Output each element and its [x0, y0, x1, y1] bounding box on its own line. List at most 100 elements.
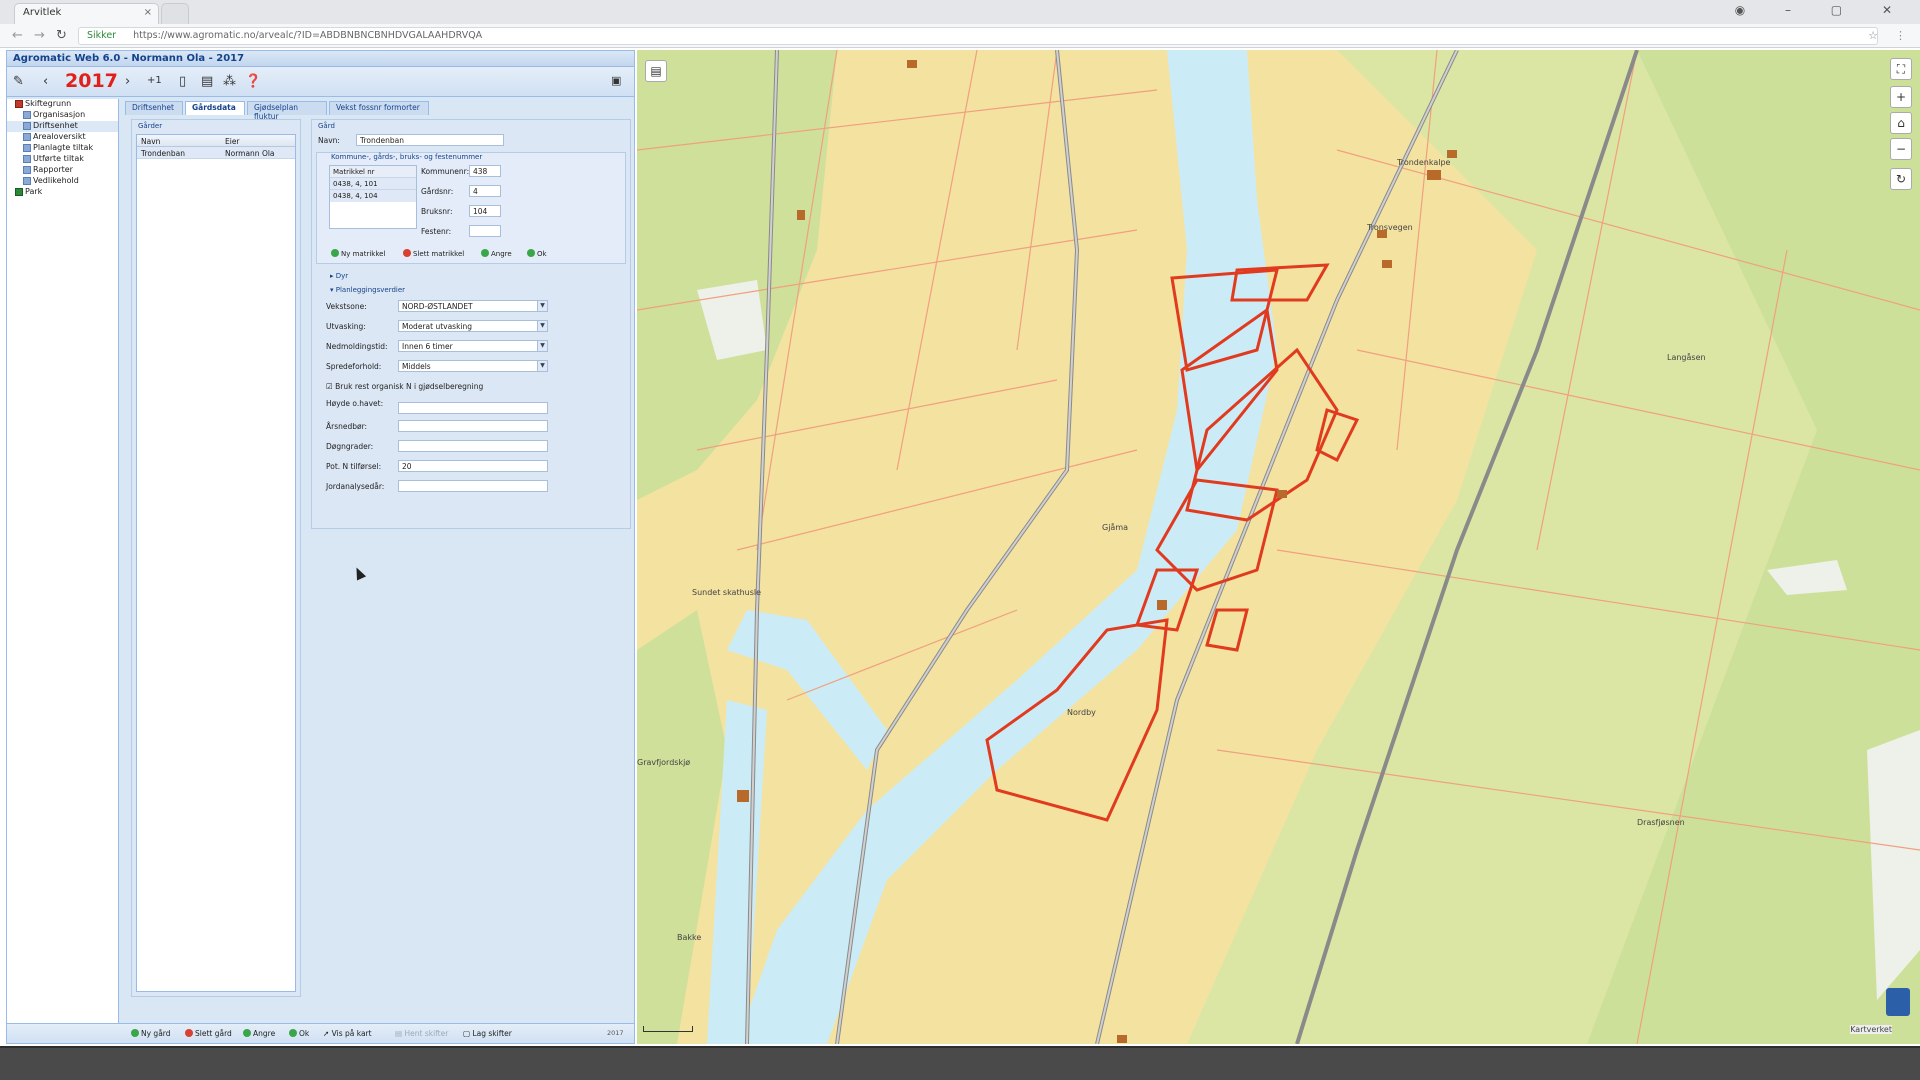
new-matrikkel-button[interactable]: Ny matrikkel: [331, 249, 385, 258]
mobile-icon[interactable]: ▯: [179, 74, 186, 89]
map-view[interactable]: Trondenkalpe Tronsvegen Langåsen Gjåma S…: [637, 50, 1920, 1044]
jordanalyse-input[interactable]: [398, 480, 548, 492]
list-legend: Gårder: [138, 122, 163, 130]
tree-item[interactable]: Organisasjon: [7, 110, 118, 121]
tab-vekst[interactable]: Vekst fossnr formorter: [329, 101, 429, 115]
reload-icon[interactable]: ↻: [56, 28, 67, 43]
section-planlegging[interactable]: ▾ Planleggingsverdier: [330, 286, 405, 294]
home-icon[interactable]: ⌂: [1890, 112, 1912, 134]
vekstsone-select[interactable]: NORD-ØSTLANDET ▼: [398, 300, 548, 312]
message-icon[interactable]: ▤: [201, 74, 213, 89]
create-fields-button[interactable]: ▢ Lag skifter: [463, 1029, 512, 1038]
nedmolding-value: Innen 6 timer: [402, 342, 453, 351]
kommune-input[interactable]: 438: [469, 165, 501, 177]
table-row[interactable]: Trondenban Normann Ola: [137, 147, 295, 159]
name-input[interactable]: Trondenban: [356, 134, 504, 146]
browser-tab-strip: Arvitlek × ◉ – ▢ ✕: [0, 0, 1920, 24]
tree-item[interactable]: Skiftegrunn: [7, 99, 118, 110]
tab-gjodselplan[interactable]: Gjødselplan fluktur: [247, 101, 327, 121]
menu-icon[interactable]: ⋮: [1895, 29, 1906, 42]
undo-icon: [243, 1029, 251, 1037]
pot-n-input[interactable]: 20: [398, 460, 548, 472]
tree-item[interactable]: Driftsenhet: [7, 121, 118, 132]
star-icon[interactable]: ☆: [1868, 29, 1878, 42]
forward-icon[interactable]: ›: [125, 74, 130, 89]
dogngrader-label: Døgngrader:: [326, 442, 374, 451]
new-tab-button[interactable]: [161, 3, 189, 24]
collapse-icon[interactable]: ▣: [611, 74, 621, 87]
matrikkel-fieldset: Kommune-, gårds-, bruks- og festenummer …: [316, 152, 626, 264]
zoom-out-icon[interactable]: −: [1890, 138, 1912, 160]
close-icon[interactable]: ×: [144, 7, 152, 18]
ok-button[interactable]: Ok: [289, 1029, 309, 1038]
arsnedbor-input[interactable]: [398, 420, 548, 432]
create-fields-label: Lag skifter: [472, 1029, 512, 1038]
spredeforhold-select[interactable]: Middels ▼: [398, 360, 548, 372]
window-controls[interactable]: ◉ – ▢ ✕: [1735, 3, 1910, 17]
plus-one-icon[interactable]: +1: [147, 75, 162, 86]
undo-matrikkel-label: Angre: [491, 250, 512, 258]
zoom-in-icon[interactable]: +: [1890, 86, 1912, 108]
delete-farm-button[interactable]: Slett gård: [185, 1029, 232, 1038]
hoyde-input[interactable]: [398, 402, 548, 414]
add-icon: [131, 1029, 139, 1037]
gard-input[interactable]: 4: [469, 185, 501, 197]
undo-matrikkel-button[interactable]: Angre: [481, 249, 512, 258]
section-dyr[interactable]: ▸ Dyr: [330, 272, 348, 280]
back-icon[interactable]: ←: [12, 28, 23, 43]
feste-label: Festenr:: [421, 227, 452, 236]
tree-item[interactable]: Utførte tiltak: [7, 154, 118, 165]
undo-button[interactable]: Angre: [243, 1029, 275, 1038]
forward-icon[interactable]: →: [34, 28, 45, 43]
tab-driftsenhet[interactable]: Driftsenhet: [125, 101, 183, 115]
matrikkel-row[interactable]: 0438, 4, 101: [330, 178, 416, 190]
import-fields-button[interactable]: ▤ Hent skifter: [395, 1029, 448, 1038]
tab-gardsdata[interactable]: Gårdsdata: [185, 101, 245, 115]
layers-icon[interactable]: ▤: [645, 60, 667, 82]
tree-item[interactable]: Park: [7, 187, 118, 198]
pencil-icon[interactable]: ✎: [13, 74, 24, 89]
spredeforhold-value: Middels: [402, 362, 431, 371]
chevron-down-icon[interactable]: ▼: [537, 321, 547, 331]
chevron-down-icon[interactable]: ▼: [537, 301, 547, 311]
delete-matrikkel-button[interactable]: Slett matrikkel: [403, 249, 464, 258]
utvasking-select[interactable]: Moderat utvasking ▼: [398, 320, 548, 332]
matrikkel-header: Matrikkel nr: [330, 166, 416, 178]
tree-item-label: Arealoversikt: [33, 132, 86, 141]
back-icon[interactable]: ‹: [43, 74, 48, 89]
app-title: Agromatic Web 6.0 - Normann Ola - 2017: [7, 51, 634, 67]
show-on-map-button[interactable]: ➚ Vis på kart: [323, 1029, 372, 1038]
feste-input[interactable]: [469, 225, 501, 237]
place-label: Gravfjordskjø: [637, 758, 690, 767]
tree-node-icon: [23, 133, 31, 141]
map-canvas[interactable]: Trondenkalpe Tronsvegen Langåsen Gjåma S…: [637, 50, 1920, 1044]
tree-node-icon: [23, 122, 31, 130]
tree-item[interactable]: Vedlikehold: [7, 176, 118, 187]
delete-icon: [185, 1029, 193, 1037]
chart-icon[interactable]: ⁂: [223, 74, 236, 89]
organic-n-checkbox[interactable]: ☑ Bruk rest organisk N i gjødselberegnin…: [326, 382, 483, 391]
place-label: Bakke: [677, 933, 701, 942]
chevron-down-icon[interactable]: ▼: [537, 361, 547, 371]
dogngrader-input[interactable]: [398, 440, 548, 452]
ok-matrikkel-button[interactable]: Ok: [527, 249, 547, 258]
fullscreen-icon[interactable]: ⛶: [1890, 58, 1912, 80]
nedmolding-select[interactable]: Innen 6 timer ▼: [398, 340, 548, 352]
refresh-icon[interactable]: ↻: [1890, 168, 1912, 190]
tree-item[interactable]: Planlagte tiltak: [7, 143, 118, 154]
column-header[interactable]: Navn: [141, 137, 160, 146]
tree-item[interactable]: Rapporter: [7, 165, 118, 176]
farm-details-fieldset: Gård Navn: Trondenban Kommune-, gårds-, …: [311, 119, 631, 529]
help-icon[interactable]: ❓: [245, 74, 261, 89]
hoyde-label: Høyde o.havet:: [326, 399, 384, 408]
url-field[interactable]: Sikker https://www.agromatic.no/arvealc/…: [78, 27, 1878, 45]
matrikkel-row[interactable]: 0438, 4, 104: [330, 190, 416, 202]
chevron-down-icon[interactable]: ▼: [537, 341, 547, 351]
tree-item[interactable]: Arealoversikt: [7, 132, 118, 143]
bruk-input[interactable]: 104: [469, 205, 501, 217]
column-header[interactable]: Eier: [225, 137, 240, 146]
farm-name-cell: Trondenban: [141, 149, 185, 158]
ok-label: Ok: [299, 1029, 310, 1038]
new-farm-button[interactable]: Ny gård: [131, 1029, 171, 1038]
browser-tab[interactable]: Arvitlek ×: [14, 3, 159, 24]
